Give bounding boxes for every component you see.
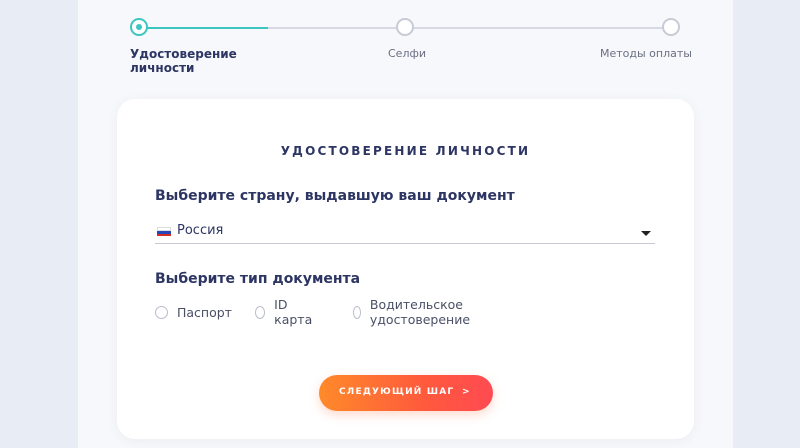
identity-card: УДОСТОВЕРЕНИЕ ЛИЧНОСТИ Выберите страну, … [117,99,694,439]
doc-type-label: Выберите тип документа [155,271,361,287]
step-label-identity: Удостоверение личности [130,47,237,75]
doc-type-option-label: ID карта [274,297,313,327]
stepper-line-remaining [268,27,662,29]
doc-type-option-driver-license[interactable]: Водительское удостоверение [353,297,475,327]
card-title: УДОСТОВЕРЕНИЕ ЛИЧНОСТИ [280,144,531,158]
country-select-value: Россия [177,223,224,238]
doc-type-option-label: Паспорт [177,304,232,320]
step-label-identity-line1: Удостоверение [130,47,237,61]
next-step-button[interactable]: СЛЕДУЮЩИЙ ШАГ > [319,375,493,411]
verification-page: Удостоверение личности Селфи Методы опла… [78,0,733,448]
doc-type-option-passport[interactable]: Паспорт [155,303,232,321]
arrow-right-icon: > [462,387,471,397]
next-step-button-label: СЛЕДУЮЩИЙ ШАГ [339,387,455,397]
step-dot-payment[interactable] [662,18,680,36]
doc-type-option-label: Водительское удостоверение [369,297,471,327]
step-dot-selfie[interactable] [396,18,414,36]
doc-type-option-id-card[interactable]: ID карта [255,297,315,327]
chevron-down-icon[interactable] [641,231,651,236]
step-label-payment: Методы оплаты [600,47,692,60]
step-label-identity-line2: личности [130,61,195,75]
radio-circle-icon[interactable] [155,305,168,319]
step-dot-identity[interactable] [130,18,148,36]
radio-circle-icon[interactable] [353,305,361,319]
country-select[interactable]: Россия [155,219,655,244]
progress-stepper: Удостоверение личности Селфи Методы опла… [78,0,733,95]
step-label-selfie: Селфи [388,47,427,60]
country-label: Выберите страну, выдавшую ваш документ [155,188,515,204]
radio-circle-icon[interactable] [255,305,266,319]
stepper-line-progress [140,27,268,29]
russia-flag-icon [157,227,171,236]
